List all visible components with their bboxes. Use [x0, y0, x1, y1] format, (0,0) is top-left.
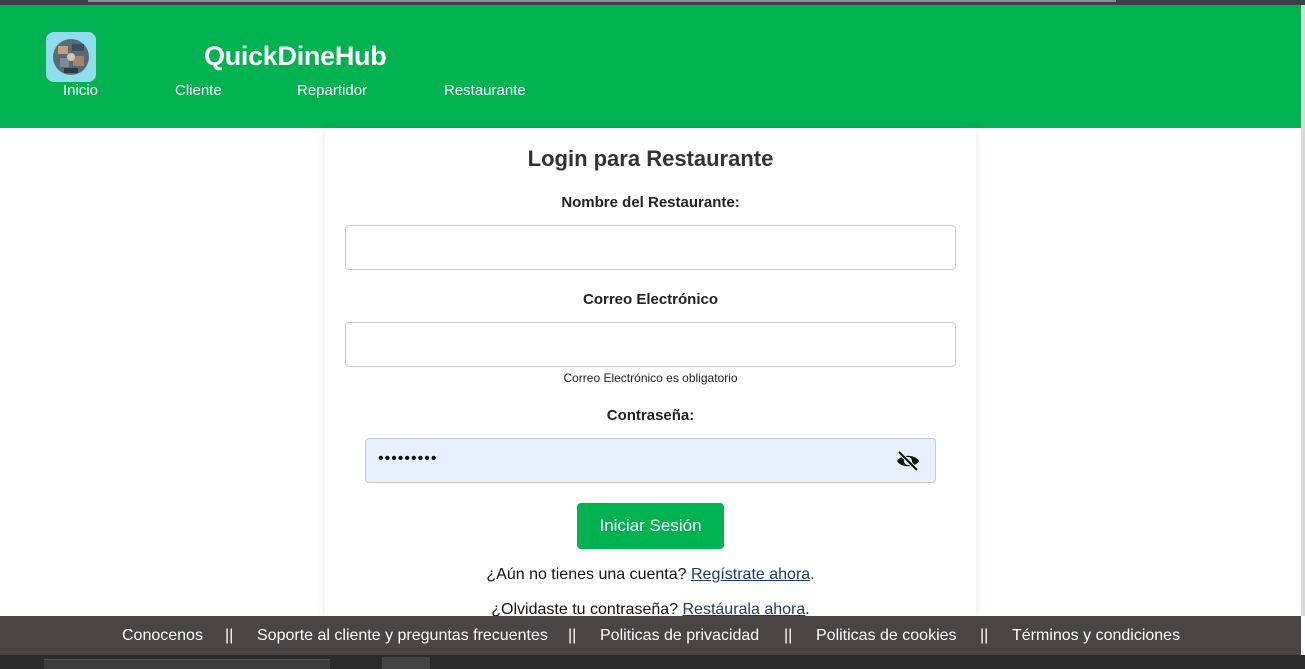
- restaurant-name-input[interactable]: [345, 225, 956, 270]
- page-scrollbar[interactable]: [1301, 5, 1305, 616]
- password-label: Contraseña:: [606, 407, 695, 424]
- register-prompt-text: ¿Aún no tienes una cuenta?: [486, 566, 687, 583]
- email-error-message: Correo Electrónico es obligatorio: [563, 371, 738, 385]
- login-card: Login para Restaurante Nombre del Restau…: [325, 128, 976, 618]
- restaurant-name-label: Nombre del Restaurante:: [561, 194, 740, 211]
- taskbar-search-box[interactable]: [44, 659, 330, 669]
- nav-item-inicio[interactable]: Inicio: [63, 82, 98, 99]
- eye-slash-icon[interactable]: [895, 449, 921, 473]
- password-masked-value: •••••••••: [378, 450, 438, 467]
- nav-item-cliente[interactable]: Cliente: [175, 82, 222, 99]
- email-input[interactable]: [345, 322, 956, 367]
- nav-item-repartidor[interactable]: Repartidor: [297, 82, 367, 99]
- page-title: Login para Restaurante: [527, 146, 774, 171]
- register-link[interactable]: Regístrate ahora: [691, 566, 810, 583]
- site-header: QuickDineHub Inicio Cliente Repartidor R…: [0, 5, 1301, 128]
- footer-link-privacidad[interactable]: Politicas de privacidad: [600, 627, 759, 645]
- os-taskbar: [0, 655, 1305, 669]
- footer-separator: ||: [568, 627, 577, 644]
- footer-separator: ||: [980, 627, 989, 644]
- password-input[interactable]: •••••••••: [365, 438, 936, 483]
- food-collage-logo-icon[interactable]: [46, 32, 96, 82]
- taskbar-app-button[interactable]: [382, 657, 430, 669]
- footer-link-conocenos[interactable]: Conocenos: [122, 627, 203, 645]
- footer-separator: ||: [225, 627, 234, 644]
- brand-name[interactable]: QuickDineHub: [204, 41, 387, 72]
- browser-tab-edge: [88, 0, 1116, 2]
- register-period: .: [810, 566, 815, 583]
- footer-link-soporte[interactable]: Soporte al cliente y preguntas frecuente…: [257, 627, 548, 645]
- footer-separator: ||: [784, 627, 793, 644]
- email-label: Correo Electrónico: [582, 291, 719, 308]
- footer-link-cookies[interactable]: Politicas de cookies: [816, 627, 957, 645]
- register-prompt: ¿Aún no tienes una cuenta? Regístrate ah…: [325, 566, 976, 584]
- nav-item-restaurante[interactable]: Restaurante: [444, 82, 526, 99]
- footer-link-terminos[interactable]: Términos y condiciones: [1012, 627, 1180, 645]
- login-submit-button[interactable]: Iniciar Sesión: [577, 503, 724, 549]
- site-footer: Conocenos || Soporte al cliente y pregun…: [0, 616, 1301, 655]
